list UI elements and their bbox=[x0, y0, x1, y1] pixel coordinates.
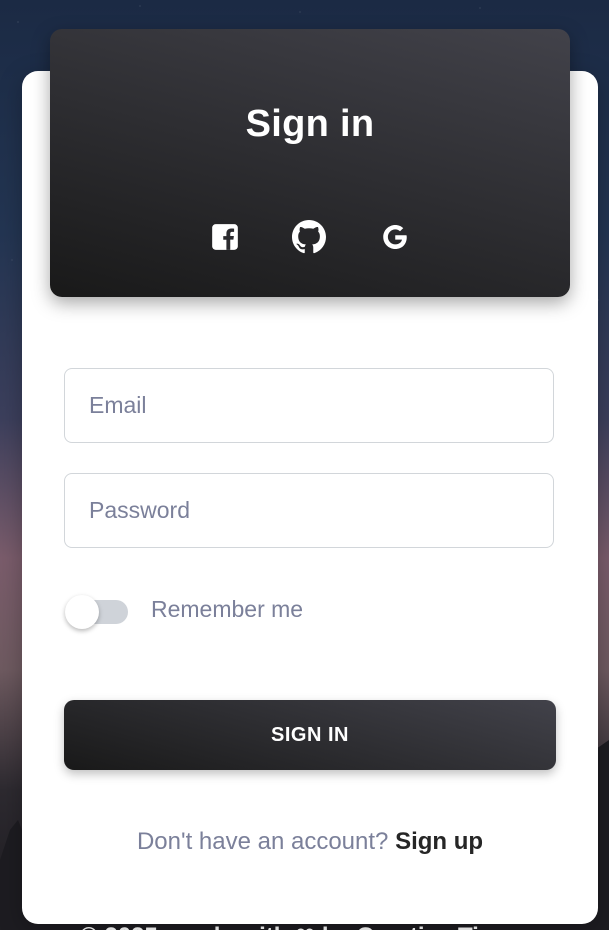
signup-prompt: Don't have an account? Sign up bbox=[0, 828, 609, 856]
remember-me-toggle[interactable] bbox=[64, 594, 128, 629]
signin-header: Sign in bbox=[50, 29, 570, 297]
facebook-icon bbox=[212, 224, 238, 250]
sign-in-button[interactable]: SIGN IN bbox=[64, 700, 556, 770]
signup-prompt-text: Don't have an account? bbox=[136, 828, 389, 855]
email-field[interactable] bbox=[64, 368, 554, 443]
page-title: Sign in bbox=[245, 103, 375, 145]
github-button[interactable] bbox=[291, 219, 327, 255]
email-input[interactable] bbox=[65, 369, 553, 442]
github-icon bbox=[292, 220, 326, 254]
remember-me-label[interactable]: Remember me bbox=[151, 596, 303, 623]
sign-up-link[interactable]: Sign up bbox=[395, 828, 483, 855]
password-input[interactable] bbox=[65, 474, 553, 547]
google-button[interactable] bbox=[377, 219, 413, 255]
password-field[interactable] bbox=[64, 473, 554, 548]
google-icon bbox=[383, 225, 407, 249]
toggle-knob bbox=[65, 595, 99, 629]
facebook-button[interactable] bbox=[207, 219, 243, 255]
